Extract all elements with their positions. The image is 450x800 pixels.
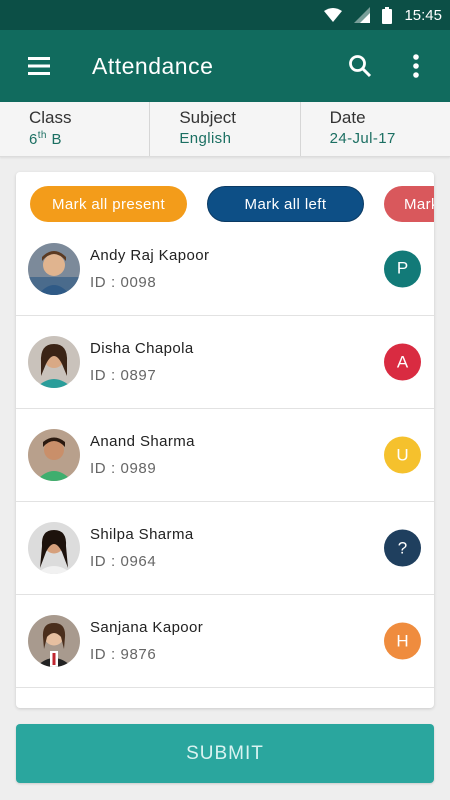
more-vert-icon[interactable] — [398, 48, 434, 84]
mark-all-absent-button[interactable]: Mark — [384, 186, 434, 222]
status-badge[interactable]: U — [384, 436, 421, 474]
clock: 15:45 — [404, 6, 442, 24]
class-info[interactable]: Class 6th B — [0, 102, 151, 156]
signal-icon — [354, 7, 371, 23]
status-badge[interactable]: ? — [384, 529, 421, 567]
status-bar: 15:45 — [0, 0, 450, 30]
page-title: Attendance — [92, 52, 214, 79]
student-id: ID : 9876 — [90, 646, 157, 663]
student-row[interactable]: Anand Sharma ID : 0989 U — [16, 409, 434, 502]
wifi-icon — [324, 8, 343, 22]
subject-label: Subject — [179, 108, 237, 127]
student-name: Disha Chapola — [90, 340, 194, 357]
date-value: 24-Jul-17 — [329, 130, 396, 147]
student-id: ID : 0897 — [90, 367, 157, 384]
student-row[interactable]: Andy Raj Kapoor ID : 0098 P — [16, 222, 434, 316]
student-avatar — [28, 429, 80, 481]
status-badge[interactable]: P — [384, 250, 421, 287]
battery-icon — [382, 6, 393, 24]
student-row[interactable]: Sanjana Kapoor ID : 9876 H — [16, 595, 434, 688]
submit-button[interactable]: SUBMIT — [16, 724, 434, 783]
student-avatar — [28, 522, 80, 574]
student-id: ID : 0989 — [90, 460, 157, 477]
mark-all-left-button[interactable]: Mark all left — [207, 186, 364, 222]
date-label: Date — [329, 108, 366, 127]
student-avatar — [28, 336, 80, 388]
student-id: ID : 0964 — [90, 553, 157, 570]
subject-info[interactable]: Subject English — [150, 102, 301, 156]
mark-all-present-button[interactable]: Mark all present — [30, 186, 187, 222]
student-card: Mark all present Mark all left Mark Andy… — [16, 172, 434, 708]
student-row[interactable]: Disha Chapola ID : 0897 A — [16, 316, 434, 409]
app-bar: Attendance — [0, 30, 450, 102]
student-id: ID : 0098 — [90, 273, 157, 291]
student-avatar — [28, 242, 80, 295]
student-name: Shilpa Sharma — [90, 526, 194, 543]
class-label: Class — [29, 108, 72, 127]
menu-icon[interactable] — [28, 56, 54, 76]
student-list: Andy Raj Kapoor ID : 0098 P Disha Chapol… — [16, 222, 434, 688]
status-badge[interactable]: H — [384, 622, 421, 660]
status-badge[interactable]: A — [384, 343, 421, 381]
student-name: Andy Raj Kapoor — [90, 246, 210, 264]
student-avatar — [28, 615, 80, 667]
student-row[interactable]: Shilpa Sharma ID : 0964 ? — [16, 502, 434, 595]
student-name: Anand Sharma — [90, 433, 195, 450]
class-value: 6th B — [29, 130, 62, 148]
bulk-action-chips: Mark all present Mark all left Mark — [30, 186, 434, 222]
class-info-bar: Class 6th B Subject English Date 24-Jul-… — [0, 102, 450, 157]
date-info[interactable]: Date 24-Jul-17 — [301, 102, 450, 156]
student-name: Sanjana Kapoor — [90, 619, 204, 636]
search-icon[interactable] — [342, 48, 378, 84]
subject-value: English — [179, 130, 232, 147]
